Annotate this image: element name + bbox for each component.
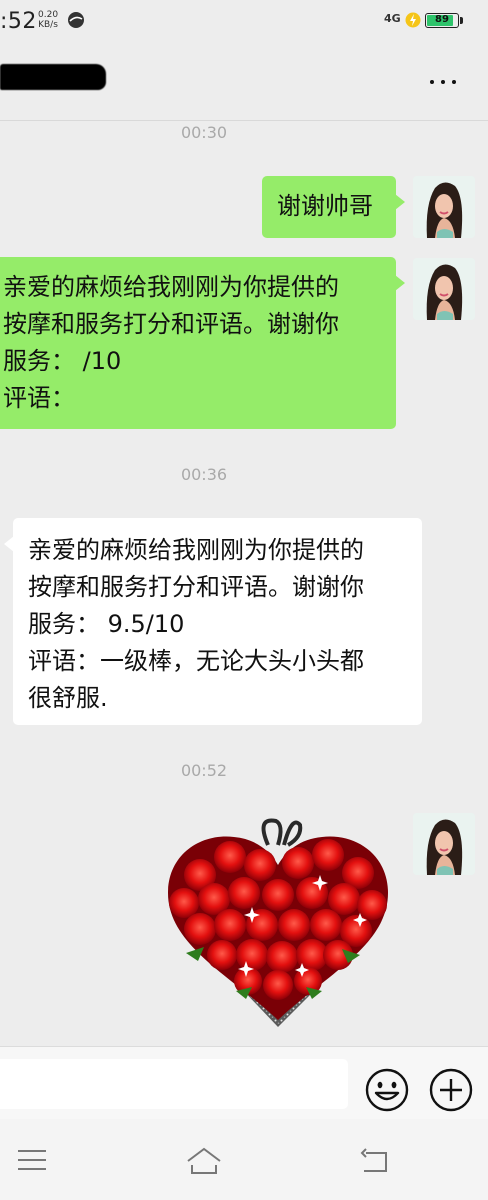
plus-icon[interactable] [428, 1067, 474, 1113]
message-timestamp: 00:36 [180, 465, 228, 484]
emoji-icon[interactable] [364, 1067, 410, 1113]
contact-name-redacted [0, 64, 106, 90]
net-speed: 0.20 KB/s [38, 10, 58, 30]
message-line: 评语： [3, 384, 75, 412]
message-line: 亲爱的麻烦给我刚刚为你提供的 [3, 273, 339, 301]
message-bubble-outgoing[interactable]: 谢谢帅哥 [262, 176, 405, 238]
chat-header [0, 44, 488, 121]
status-time: :52 [0, 9, 37, 34]
message-bubble-incoming[interactable]: 亲爱的麻烦给我刚刚为你提供的 按摩和服务打分和评语。谢谢你 服务： 9.5/10… [4, 518, 422, 725]
message-line: 很舒服. [28, 684, 108, 712]
message-input[interactable] [0, 1059, 348, 1109]
back-icon[interactable] [356, 1141, 396, 1181]
message-line: 服务： /10 [3, 347, 122, 375]
avatar[interactable] [413, 176, 475, 238]
message-timestamp: 00:52 [180, 761, 228, 780]
net-speed-unit: KB/s [38, 20, 58, 30]
system-nav-bar [0, 1119, 488, 1200]
input-bar [0, 1046, 488, 1119]
message-bubble-outgoing[interactable]: 亲爱的麻烦给我刚刚为你提供的 按摩和服务打分和评语。谢谢你 服务： /10 评语… [0, 257, 405, 429]
message-line: 服务： 9.5/10 [28, 610, 185, 638]
message-text: 谢谢帅哥 [277, 192, 373, 220]
menu-icon[interactable] [12, 1141, 52, 1181]
avatar-image [413, 176, 475, 238]
more-dots-icon [430, 80, 434, 84]
message-line: 评语：一级棒，无论大头小头都 [28, 647, 364, 675]
battery-icon: 89 [425, 13, 463, 28]
notification-icon [68, 12, 84, 28]
more-dot [452, 80, 456, 84]
rose-heart-sticker[interactable] [160, 815, 396, 1030]
more-options-button[interactable] [424, 66, 464, 96]
message-line: 按摩和服务打分和评语。谢谢你 [3, 310, 339, 338]
message-timestamp: 00:30 [180, 123, 228, 142]
charging-icon [405, 12, 421, 28]
avatar[interactable] [413, 258, 475, 320]
avatar-image [413, 258, 475, 320]
network-type: 4G [384, 12, 401, 25]
more-dot [441, 80, 445, 84]
battery-level: 89 [435, 14, 449, 25]
net-speed-value: 0.20 [38, 10, 59, 20]
avatar[interactable] [413, 813, 475, 875]
avatar-image [413, 813, 475, 875]
message-line: 按摩和服务打分和评语。谢谢你 [28, 573, 364, 601]
status-bar: :52 0.20 KB/s 4G 89 [0, 0, 488, 44]
home-icon[interactable] [184, 1141, 224, 1181]
message-line: 亲爱的麻烦给我刚刚为你提供的 [28, 536, 364, 564]
